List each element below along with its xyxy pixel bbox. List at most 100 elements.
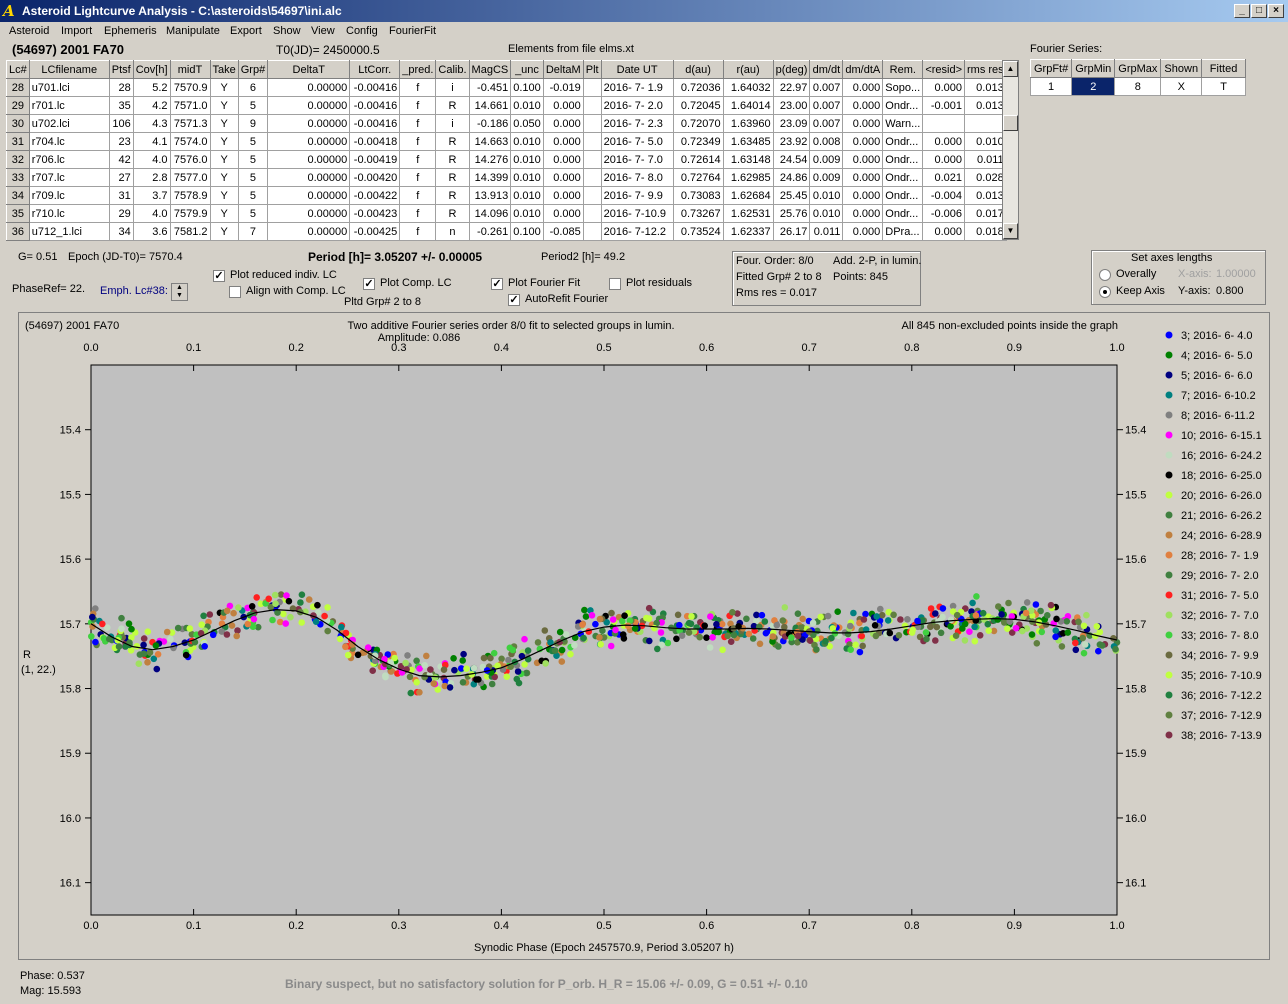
table-cell[interactable]: 0.010 — [510, 186, 544, 205]
table-cell[interactable]: R — [435, 150, 470, 169]
table-cell[interactable]: 2016- 7-10.9 — [600, 204, 674, 223]
table-cell[interactable]: 0.00000 — [267, 204, 351, 223]
table-row[interactable]: 31 r704.lc 23 4.1 7574.0 Y 5 0.00000 -0.00418 f R 1… — [6, 132, 1007, 151]
table-cell[interactable]: u702.lci — [28, 114, 110, 133]
table-cell[interactable]: -0.00416 — [349, 78, 401, 97]
lightcurve-plot-panel[interactable]: 0.0 0.0 0.1 0.1 0.2 0.2 0.3 0.3 0.4 0.4 0.5 0.5 0.6 0… — [18, 312, 1270, 960]
lc-col-23[interactable]: rms res — [964, 60, 1007, 79]
table-cell[interactable]: 25.76 — [772, 204, 811, 223]
table-cell[interactable]: r707.lc — [28, 168, 110, 187]
table-cell[interactable]: 0.009 — [809, 168, 844, 187]
table-cell[interactable] — [582, 168, 602, 187]
table-cell[interactable]: R — [435, 186, 470, 205]
table-cell[interactable] — [582, 114, 602, 133]
table-cell[interactable]: 0.000 — [842, 96, 884, 115]
table-cell[interactable]: 0.00000 — [267, 186, 351, 205]
table-cell[interactable]: 1.63960 — [722, 114, 774, 133]
table-cell[interactable]: 7579.9 — [169, 204, 211, 223]
table-cell[interactable]: 7581.2 — [169, 222, 211, 241]
fourier-cell-grpft[interactable]: 1 — [1029, 77, 1073, 96]
table-cell[interactable]: 5.2 — [132, 78, 171, 97]
table-cell[interactable]: 24.86 — [772, 168, 811, 187]
plot-fourier-checkbox[interactable]: ✓ — [491, 278, 503, 290]
lightcurve-chart[interactable]: 0.00.00.10.10.20.20.30.30.40.40.50.50.60… — [19, 313, 1271, 961]
table-cell[interactable]: f — [399, 204, 437, 223]
table-cell[interactable]: 0.000 — [922, 132, 966, 151]
table-cell[interactable]: R — [435, 96, 470, 115]
lc-col-4[interactable]: midT — [169, 60, 211, 79]
table-cell[interactable]: 7576.0 — [169, 150, 211, 169]
table-cell[interactable]: r704.lc — [28, 132, 110, 151]
menu-fourierfit[interactable]: FourierFit — [389, 25, 436, 37]
table-cell[interactable]: 5 — [237, 132, 269, 151]
table-cell[interactable]: 0.000 — [842, 222, 884, 241]
table-cell[interactable]: Y — [209, 186, 239, 205]
table-cell[interactable]: 4.2 — [132, 96, 171, 115]
table-cell[interactable]: 0.000 — [842, 132, 884, 151]
x-axis-value[interactable]: 1.00000 — [1216, 268, 1256, 280]
table-cell[interactable]: 0.007 — [809, 78, 844, 97]
table-cell[interactable]: f — [399, 150, 437, 169]
row-number[interactable]: 28 — [6, 78, 30, 97]
table-cell[interactable]: 25.45 — [772, 186, 811, 205]
table-cell[interactable]: 2016- 7- 7.0 — [600, 150, 674, 169]
table-cell[interactable]: Ondr... — [882, 168, 924, 187]
table-cell[interactable]: 0.010 — [809, 204, 844, 223]
overally-radio[interactable] — [1099, 269, 1111, 281]
lc-col-2[interactable]: Ptsf — [108, 60, 134, 79]
table-cell[interactable]: 6 — [237, 78, 269, 97]
table-cell[interactable]: 0.018 — [964, 222, 1007, 241]
row-number[interactable]: 29 — [6, 96, 30, 115]
table-cell[interactable]: 0.010 — [809, 186, 844, 205]
table-cell[interactable]: -0.019 — [542, 78, 584, 97]
table-cell[interactable]: 1.63148 — [722, 150, 774, 169]
lc-col-11[interactable]: MagCS — [468, 60, 512, 79]
table-cell[interactable]: 28 — [108, 78, 134, 97]
table-cell[interactable]: -0.00425 — [349, 222, 401, 241]
table-cell[interactable]: 0.73524 — [672, 222, 724, 241]
table-cell[interactable]: 7570.9 — [169, 78, 211, 97]
menu-import[interactable]: Import — [61, 25, 92, 37]
table-cell[interactable] — [582, 78, 602, 97]
table-cell[interactable]: 27 — [108, 168, 134, 187]
table-cell[interactable]: 0.013 — [964, 78, 1007, 97]
table-cell[interactable]: 31 — [108, 186, 134, 205]
lc-col-10[interactable]: Calib. — [435, 60, 470, 79]
table-cell[interactable]: DPra... — [882, 222, 924, 241]
table-cell[interactable]: 5 — [237, 204, 269, 223]
fourier-cell-shown[interactable]: X — [1160, 77, 1203, 96]
lc-col-15[interactable]: Date UT — [600, 60, 674, 79]
table-cell[interactable]: 0.000 — [542, 168, 584, 187]
table-cell[interactable]: 4.1 — [132, 132, 171, 151]
lc-col-1[interactable]: LCfilename — [28, 60, 110, 79]
table-cell[interactable]: 23.00 — [772, 96, 811, 115]
table-cell[interactable]: Y — [209, 150, 239, 169]
table-cell[interactable]: 0.000 — [542, 96, 584, 115]
table-cell[interactable]: 13.913 — [468, 186, 512, 205]
table-cell[interactable]: 0.00000 — [267, 114, 351, 133]
table-cell[interactable]: 0.007 — [809, 96, 844, 115]
table-cell[interactable]: 0.050 — [510, 114, 544, 133]
menu-view[interactable]: View — [311, 25, 335, 37]
table-cell[interactable]: r701.lc — [28, 96, 110, 115]
emph-lc-spinner[interactable]: ▲ ▼ — [171, 283, 188, 301]
table-cell[interactable]: 0.011 — [809, 222, 844, 241]
table-cell[interactable]: 0.000 — [922, 78, 966, 97]
menu-ephemeris[interactable]: Ephemeris — [104, 25, 157, 37]
table-cell[interactable] — [582, 150, 602, 169]
table-cell[interactable]: 5 — [237, 168, 269, 187]
table-cell[interactable]: Ondr... — [882, 186, 924, 205]
scroll-up-button[interactable]: ▲ — [1003, 61, 1018, 77]
table-cell[interactable]: 2016- 7- 2.0 — [600, 96, 674, 115]
table-cell[interactable]: -0.00420 — [349, 168, 401, 187]
table-cell[interactable]: 0.011 — [964, 150, 1007, 169]
table-cell[interactable]: -0.085 — [542, 222, 584, 241]
table-cell[interactable]: 2016- 7- 5.0 — [600, 132, 674, 151]
plot-comp-checkbox[interactable]: ✓ — [363, 278, 375, 290]
table-cell[interactable]: r710.lc — [28, 204, 110, 223]
scroll-down-button[interactable]: ▼ — [1003, 223, 1018, 239]
table-cell[interactable]: 14.096 — [468, 204, 512, 223]
table-cell[interactable]: Ondr... — [882, 132, 924, 151]
lc-col-0[interactable]: Lc# — [6, 60, 30, 79]
table-cell[interactable]: 0.010 — [510, 168, 544, 187]
